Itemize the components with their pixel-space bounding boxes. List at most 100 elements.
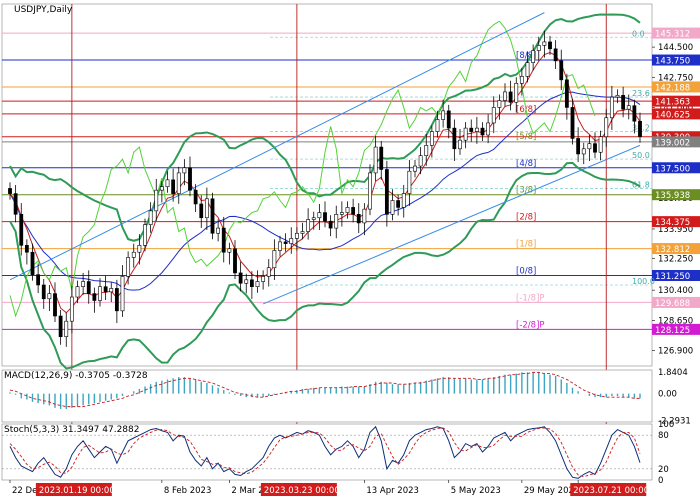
murrey-label: [-1/8]P — [516, 293, 545, 303]
price-tick-label: 130.400 — [658, 286, 693, 296]
price-level-label: 129.688 — [655, 299, 690, 309]
candle-body — [98, 286, 102, 301]
candle-body — [559, 60, 564, 81]
price-level-label: 142.188 — [655, 83, 690, 93]
candle-body — [283, 241, 288, 244]
candle-body — [632, 105, 637, 122]
candle-body — [278, 241, 282, 251]
x-marker-label: 2023.07.21 00:00 — [573, 486, 649, 496]
price-level-label: 132.812 — [655, 245, 690, 255]
fib-label: 0.0 — [632, 29, 645, 38]
price-level-label: 135.938 — [655, 191, 690, 201]
candle-body — [227, 248, 232, 253]
candle-body — [154, 189, 159, 212]
candle-body — [570, 107, 575, 139]
candle-body — [64, 320, 69, 337]
candle-body — [81, 281, 86, 288]
candle-body — [536, 45, 541, 51]
candle-body — [435, 119, 440, 132]
price-level-label: 139.002 — [655, 138, 690, 148]
candle-body — [486, 122, 491, 136]
candle-body — [311, 217, 316, 220]
candle-body — [593, 143, 597, 153]
candle-body — [272, 250, 277, 269]
candle-body — [131, 251, 136, 258]
candle-body — [334, 214, 339, 229]
candle-body — [47, 293, 52, 300]
candle-body — [407, 170, 412, 194]
candle-body — [345, 207, 350, 213]
candle-body — [75, 286, 80, 298]
candle-body — [638, 120, 642, 138]
candle-body — [165, 179, 170, 188]
price-level-label: 145.312 — [655, 30, 690, 40]
candle-body — [514, 82, 519, 103]
candle-body — [41, 284, 46, 300]
candle-body — [598, 136, 603, 153]
candle-body — [238, 272, 243, 284]
candle-body — [480, 127, 485, 136]
candle-body — [621, 95, 626, 110]
candle-body — [474, 127, 479, 132]
candle-body — [143, 224, 147, 246]
x-tick-label: 8 Feb 2023 — [164, 486, 212, 496]
chart-window[interactable]: 144.500142.750141.000139.250137.500135.7… — [0, 0, 700, 500]
murrey-label: [4/8] — [516, 159, 536, 169]
candle-body — [199, 203, 204, 219]
candle-body — [542, 41, 547, 46]
candle-body — [497, 100, 502, 108]
murrey-label: [1/8] — [516, 240, 536, 250]
candle-body — [609, 96, 614, 119]
x-marker-label: 2023.01.19 00:00 — [39, 486, 115, 496]
candle-body — [159, 186, 164, 191]
candle-body — [176, 172, 181, 194]
candle-body — [413, 165, 417, 172]
x-tick-label: 13 Apr 2023 — [366, 486, 419, 496]
candle-body — [469, 127, 474, 132]
candle-body — [204, 198, 209, 219]
murrey-label: [-2/8]P — [516, 320, 545, 330]
chart-svg: 144.500142.750141.000139.250137.500135.7… — [1, 3, 700, 496]
candle-body — [458, 139, 462, 150]
candle-body — [503, 91, 507, 101]
candle-body — [120, 276, 125, 312]
candle-body — [86, 281, 91, 294]
candle-body — [58, 315, 63, 337]
stoch-tick-label: 100 — [658, 420, 674, 430]
candle-body — [339, 212, 344, 215]
stoch-tick-label: 80 — [658, 431, 669, 441]
candle-body — [317, 212, 322, 219]
macd-title: MACD(12,26,9) -0.3705 -0.3728 — [4, 371, 148, 381]
candle-body — [576, 138, 581, 155]
candle-body — [418, 155, 423, 167]
candle-body — [390, 200, 395, 215]
fib-label: 50.0 — [632, 151, 650, 160]
candle-body — [424, 145, 429, 156]
candle-body — [379, 146, 384, 170]
macd-tick-label: 0.00 — [658, 390, 677, 400]
candle-body — [368, 172, 372, 210]
candle-body — [463, 127, 468, 141]
candle-body — [581, 148, 586, 155]
price-tick-label: 132.250 — [658, 254, 693, 264]
candle-body — [30, 251, 35, 275]
murrey-label: [2/8] — [516, 213, 536, 223]
candle-body — [266, 267, 271, 277]
candle-body — [626, 105, 631, 110]
fib-label: 23.6 — [632, 89, 650, 98]
candle-body — [249, 279, 254, 288]
candle-body — [396, 200, 401, 208]
candle-body — [587, 143, 592, 150]
price-level-label: 143.750 — [655, 57, 690, 67]
candle-body — [323, 212, 327, 222]
candle-body — [446, 110, 451, 129]
candle-body — [384, 169, 389, 215]
price-level-label: 134.375 — [655, 218, 690, 228]
candle-body — [441, 110, 446, 120]
candle-body — [19, 214, 24, 246]
candle-body — [171, 179, 176, 194]
stoch-title: Stoch(5,3,3) 31.3497 47.2882 — [4, 425, 139, 435]
fib-label: 61.8 — [632, 180, 650, 189]
candle-body — [548, 41, 552, 50]
candle-body — [351, 207, 356, 215]
